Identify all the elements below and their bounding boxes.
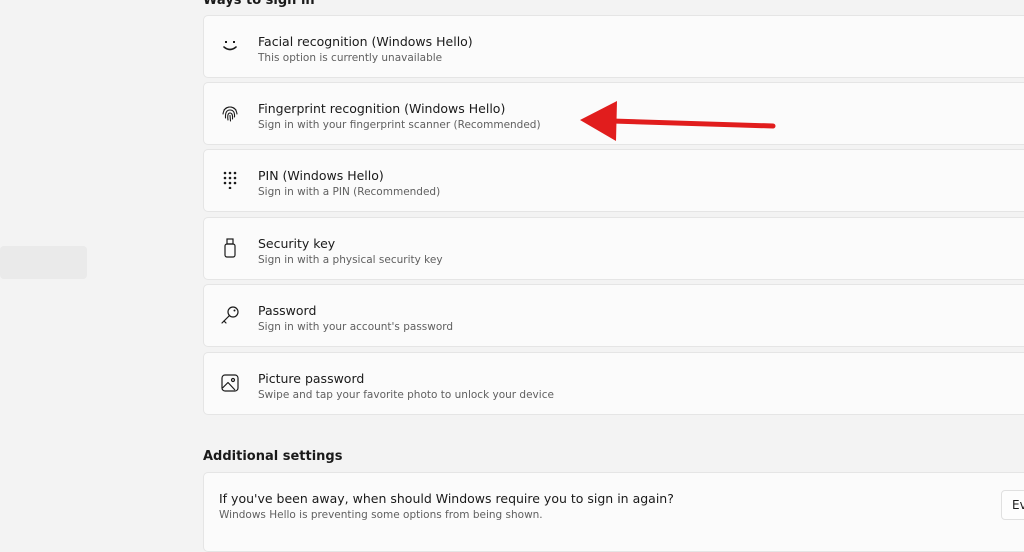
- security-key-option[interactable]: Security key Sign in with a physical sec…: [203, 217, 1024, 280]
- usb-key-icon: [220, 238, 240, 258]
- pin-option[interactable]: PIN (Windows Hello) Sign in with a PIN (…: [203, 149, 1024, 212]
- option-subtitle: Sign in with a PIN (Recommended): [258, 186, 441, 198]
- option-title: Security key: [258, 236, 336, 251]
- picture-icon: [220, 373, 240, 393]
- picture-password-option[interactable]: Picture password Swipe and tap your favo…: [203, 352, 1024, 415]
- require-sign-in-dropdown[interactable]: Every Time: [1001, 490, 1024, 520]
- facial-recognition-option[interactable]: Facial recognition (Windows Hello) This …: [203, 15, 1024, 78]
- setting-question: If you've been away, when should Windows…: [219, 491, 674, 506]
- smile-icon: [220, 36, 240, 56]
- option-subtitle: Sign in with your account's password: [258, 321, 454, 333]
- option-title: Fingerprint recognition (Windows Hello): [258, 101, 506, 116]
- option-title: Picture password: [258, 371, 365, 386]
- setting-note: Windows Hello is preventing some options…: [219, 509, 543, 521]
- keypad-icon: [220, 170, 240, 190]
- fingerprint-recognition-option[interactable]: Fingerprint recognition (Windows Hello) …: [203, 82, 1024, 145]
- option-subtitle: Swipe and tap your favorite photo to unl…: [258, 389, 554, 401]
- require-sign-in-setting: If you've been away, when should Windows…: [203, 472, 1024, 552]
- option-title: Password: [258, 303, 317, 318]
- sidebar-selected-item[interactable]: [0, 246, 87, 279]
- additional-settings-heading: Additional settings: [203, 449, 343, 464]
- key-icon: [220, 305, 240, 325]
- option-subtitle: This option is currently unavailable: [258, 52, 443, 64]
- password-option[interactable]: Password Sign in with your account's pas…: [203, 284, 1024, 347]
- ways-to-sign-in-heading: Ways to sign in: [203, 0, 315, 8]
- fingerprint-icon: [220, 103, 240, 123]
- option-subtitle: Sign in with a physical security key: [258, 254, 443, 266]
- option-subtitle: Sign in with your fingerprint scanner (R…: [258, 119, 541, 131]
- option-title: Facial recognition (Windows Hello): [258, 34, 473, 49]
- option-title: PIN (Windows Hello): [258, 168, 384, 183]
